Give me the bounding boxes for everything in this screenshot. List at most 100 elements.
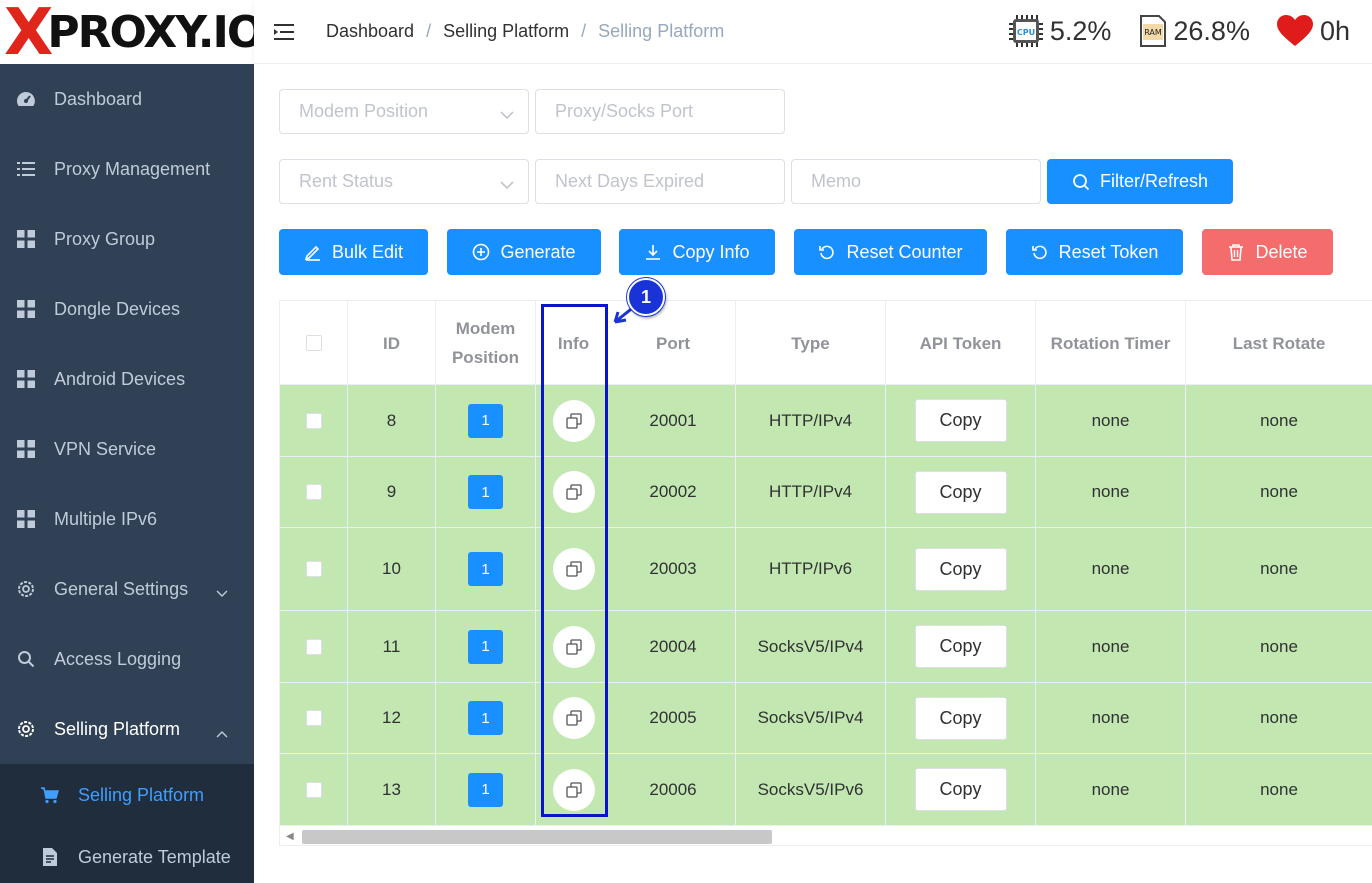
- grid-icon: [16, 369, 36, 389]
- position-cell: 1: [436, 385, 536, 456]
- sidebar-item-label: Dashboard: [54, 88, 143, 109]
- sidebar-item-dongle-devices[interactable]: Dongle Devices: [0, 274, 254, 344]
- cart-icon: [40, 785, 60, 805]
- table-row[interactable]: 13 1 20006 SocksV5/IPv6 Copy none none: [280, 754, 1372, 826]
- column-header-rotation-timer[interactable]: Rotation Timer: [1036, 301, 1186, 385]
- sidebar-subitem-generate-template[interactable]: Generate Template: [0, 826, 254, 883]
- logo-text: PROXY.IO: [47, 6, 254, 58]
- hamburger-icon[interactable]: [274, 22, 296, 42]
- search-icon: [16, 649, 36, 669]
- reset-counter-button[interactable]: Reset Counter: [794, 229, 987, 275]
- table-row[interactable]: 11 1 20004 SocksV5/IPv4 Copy none none: [280, 611, 1372, 683]
- table-row[interactable]: 12 1 20005 SocksV5/IPv4 Copy none none: [280, 683, 1372, 754]
- sidebar-item-android-devices[interactable]: Android Devices: [0, 344, 254, 414]
- sidebar-item-access-logging[interactable]: Access Logging: [0, 624, 254, 694]
- column-header-api-token[interactable]: API Token: [886, 301, 1036, 385]
- sidebar-item-proxy-management[interactable]: Proxy Management: [0, 134, 254, 204]
- uptime-stat: 0h: [1276, 14, 1350, 48]
- row-checkbox[interactable]: [305, 710, 322, 726]
- row-checkbox-cell: [280, 754, 348, 825]
- copy-token-button[interactable]: Copy: [914, 399, 1007, 442]
- filter-refresh-button[interactable]: Filter/Refresh: [1047, 159, 1233, 204]
- column-header-id[interactable]: ID: [348, 301, 436, 385]
- sidebar-item-selling-platform[interactable]: Selling Platform: [0, 694, 254, 764]
- sidebar-subitem-selling-platform[interactable]: Selling Platform: [0, 764, 254, 826]
- column-header-type[interactable]: Type: [736, 301, 886, 385]
- annotation-badge: 1: [627, 278, 665, 316]
- modem-position-badge[interactable]: 1: [468, 701, 503, 735]
- select-all-checkbox[interactable]: [305, 335, 322, 351]
- rent-status-select[interactable]: Rent Status: [279, 159, 529, 204]
- ram-icon: RAM: [1137, 14, 1167, 48]
- scrollbar-thumb[interactable]: [302, 830, 772, 844]
- modem-position-badge[interactable]: 1: [468, 552, 503, 586]
- row-checkbox[interactable]: [305, 484, 322, 500]
- proxy-port-placeholder: Proxy/Socks Port: [555, 101, 694, 121]
- generate-button[interactable]: Generate: [447, 229, 601, 275]
- edit-icon: [304, 243, 322, 261]
- position-cell: 1: [436, 683, 536, 753]
- breadcrumb-item[interactable]: Dashboard: [326, 21, 414, 42]
- modem-position-badge[interactable]: 1: [468, 403, 503, 438]
- modem-position-badge[interactable]: 1: [468, 475, 503, 509]
- sidebar-item-label: VPN Service: [54, 438, 157, 459]
- proxy-table: ID Modem Position Info Port Type API Tok…: [279, 300, 1372, 846]
- column-header-modem-position[interactable]: Modem Position: [436, 301, 536, 385]
- sidebar-item-proxy-group[interactable]: Proxy Group: [0, 204, 254, 274]
- rotation-timer-cell: none: [1036, 683, 1186, 753]
- row-checkbox[interactable]: [305, 781, 322, 798]
- api-token-cell: Copy: [886, 457, 1036, 527]
- copy-token-button[interactable]: Copy: [914, 547, 1007, 591]
- copy-token-button[interactable]: Copy: [914, 470, 1007, 514]
- ram-value: 26.8%: [1173, 15, 1250, 46]
- grid-icon: [16, 229, 36, 249]
- sidebar-item-dashboard[interactable]: Dashboard: [0, 64, 254, 134]
- sidebar-item-label: Dongle Devices: [54, 298, 181, 319]
- proxy-port-input[interactable]: Proxy/Socks Port: [535, 89, 785, 134]
- column-header-last-rotate[interactable]: Last Rotate: [1186, 301, 1372, 385]
- delete-button[interactable]: Delete: [1202, 229, 1333, 275]
- table-row[interactable]: 10 1 20003 HTTP/IPv6 Copy none none: [280, 528, 1372, 611]
- row-checkbox[interactable]: [305, 638, 322, 655]
- sidebar-item-multiple-ipv6[interactable]: Multiple IPv6: [0, 484, 254, 554]
- chevron-down-icon: [500, 174, 514, 195]
- next-days-expired-input[interactable]: Next Days Expired: [535, 159, 785, 204]
- table-row[interactable]: 8 1 20001 HTTP/IPv4 Copy none none: [280, 385, 1372, 457]
- row-checkbox[interactable]: [305, 412, 322, 429]
- rotation-timer-cell: none: [1036, 457, 1186, 527]
- scroll-left-arrow-icon[interactable]: ◀: [286, 831, 294, 842]
- gear-icon: [16, 579, 36, 599]
- table-row[interactable]: 9 1 20002 HTTP/IPv4 Copy none none: [280, 457, 1372, 528]
- row-checkbox[interactable]: [305, 561, 322, 577]
- next-days-placeholder: Next Days Expired: [555, 171, 705, 191]
- logo-x-mark: X: [4, 0, 53, 64]
- breadcrumb-item[interactable]: Selling Platform: [443, 21, 569, 42]
- sidebar-item-vpn-service[interactable]: VPN Service: [0, 414, 254, 484]
- reset-token-button[interactable]: Reset Token: [1006, 229, 1183, 275]
- copy-token-button[interactable]: Copy: [914, 625, 1007, 668]
- modem-position-badge[interactable]: 1: [468, 772, 503, 807]
- copy-token-button[interactable]: Copy: [914, 696, 1007, 740]
- memo-input[interactable]: Memo: [791, 159, 1041, 204]
- modem-position-badge[interactable]: 1: [468, 629, 503, 664]
- position-cell: 1: [436, 754, 536, 825]
- generate-label: Generate: [500, 241, 576, 262]
- reset-counter-label: Reset Counter: [846, 241, 963, 262]
- document-icon: [40, 847, 60, 867]
- breadcrumb-separator: /: [581, 21, 587, 41]
- row-checkbox-cell: [280, 528, 348, 610]
- bulk-edit-button[interactable]: Bulk Edit: [279, 229, 428, 275]
- column-header-text: Modem: [455, 319, 516, 338]
- breadcrumb-separator: /: [426, 21, 432, 41]
- sidebar-item-general-settings[interactable]: General Settings: [0, 554, 254, 624]
- bulk-edit-label: Bulk Edit: [331, 241, 404, 262]
- sidebar-item-label: Android Devices: [54, 368, 186, 389]
- modem-position-select[interactable]: Modem Position: [279, 89, 529, 134]
- download-icon: [644, 243, 662, 261]
- logo[interactable]: X PROXY.IO: [0, 0, 254, 64]
- horizontal-scrollbar[interactable]: ◀: [280, 825, 1372, 845]
- breadcrumb-current: Selling Platform: [598, 21, 725, 41]
- copy-info-button[interactable]: Copy Info: [619, 229, 775, 275]
- copy-token-button[interactable]: Copy: [914, 768, 1007, 811]
- sidebar-item-label: Proxy Group: [54, 228, 156, 249]
